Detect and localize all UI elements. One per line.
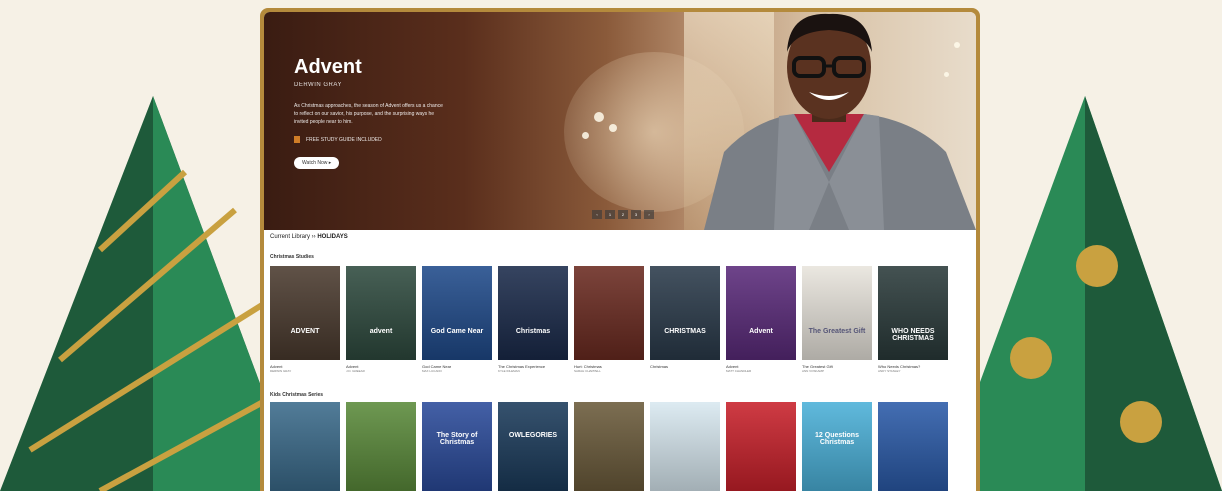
cover-image: advent	[346, 266, 416, 360]
christmas-studies-row: ADVENT Advent DERWIN GRAY advent Advent J.D. …	[270, 266, 948, 373]
app-screen: Advent DERWIN GRAY As Christmas approach…	[264, 12, 976, 491]
hero-author: DERWIN GRAY	[294, 82, 342, 88]
pager-page-3[interactable]: 3	[631, 210, 641, 219]
card-author: ANN VOSKAMP	[802, 369, 825, 373]
cover-image: God Came Near	[422, 266, 492, 360]
card-author: KYLE IDLEMAN	[498, 369, 520, 373]
ornament	[1120, 401, 1162, 443]
row-title-christmas-studies: Christmas Studies	[270, 254, 314, 260]
study-card[interactable]: WHO NEEDS CHRISTMAS Who Needs Christmas? A…	[878, 266, 948, 373]
kids-series-card[interactable]	[726, 402, 796, 491]
laptop-frame: Advent DERWIN GRAY As Christmas approach…	[260, 8, 980, 491]
study-card[interactable]: ADVENT Advent DERWIN GRAY	[270, 266, 340, 373]
kids-series-card[interactable]: 12 Questions Christmas	[802, 402, 872, 491]
watch-now-button[interactable]: Watch Now ▸	[294, 157, 340, 169]
cover-image: 12 Questions Christmas	[802, 402, 872, 491]
hero-text-block: Advent DERWIN GRAY As Christmas approach…	[294, 56, 464, 169]
pager-page-2[interactable]: 2	[618, 210, 628, 219]
cover-image: CHRISTMAS	[650, 266, 720, 360]
cover-title: The Story of Christmas	[436, 432, 478, 446]
study-guide-link[interactable]: FREE STUDY GUIDE INCLUDED	[294, 136, 464, 143]
cover-title: Christmas	[515, 328, 551, 335]
card-author: ANDY STANLEY	[878, 369, 901, 373]
study-guide-label: FREE STUDY GUIDE INCLUDED	[306, 136, 382, 143]
kids-christmas-row: The Story of Christmas OWLEGORIES 12 Quest…	[270, 402, 948, 491]
kids-series-card[interactable]: The Story of Christmas	[422, 402, 492, 491]
card-author: MAX LUCADO	[422, 369, 442, 373]
study-card[interactable]: advent Advent J.D. GREEAR	[346, 266, 416, 373]
cover-image	[650, 402, 720, 491]
cover-image	[346, 402, 416, 491]
card-author: SARAH CHAPPELL	[574, 369, 601, 373]
cover-image: OWLEGORIES	[498, 402, 568, 491]
ornament	[1010, 337, 1052, 379]
hero-title: Advent	[294, 56, 362, 78]
cover-title: The Greatest Gift	[808, 328, 866, 335]
pager-prev[interactable]: ‹	[592, 210, 602, 219]
cover-image: WHO NEEDS CHRISTMAS	[878, 266, 948, 360]
card-author: DERWIN GRAY	[270, 369, 292, 373]
hero-description: As Christmas approaches, the season of A…	[294, 103, 443, 125]
breadcrumb-current: HOLIDAYS	[317, 234, 348, 240]
cover-image	[574, 402, 644, 491]
card-author: MATT CHANDLER	[726, 369, 752, 373]
cover-image: Advent	[726, 266, 796, 360]
cover-title: ADVENT	[290, 328, 320, 335]
kids-series-card[interactable]: OWLEGORIES	[498, 402, 568, 491]
row-title-kids-christmas: Kids Christmas Series	[270, 392, 324, 398]
cover-image: Christmas	[498, 266, 568, 360]
cover-image: ADVENT	[270, 266, 340, 360]
cover-title: advent	[369, 328, 393, 335]
cover-title: WHO NEEDS CHRISTMAS	[891, 328, 935, 342]
study-card[interactable]: Hurt: Christmas SARAH CHAPPELL	[574, 266, 644, 373]
document-icon	[294, 136, 300, 143]
presenter-photo	[704, 13, 976, 230]
cover-title: 12 Questions Christmas	[815, 432, 859, 446]
pager-next[interactable]: ›	[644, 210, 654, 219]
study-card[interactable]: Advent Advent MATT CHANDLER	[726, 266, 796, 373]
hero-banner[interactable]: Advent DERWIN GRAY As Christmas approach…	[264, 12, 976, 230]
cover-image	[878, 402, 948, 491]
cover-title: CHRISTMAS	[664, 328, 706, 335]
cover-title: God Came Near	[430, 328, 484, 335]
kids-series-card[interactable]	[346, 402, 416, 491]
kids-series-card[interactable]	[574, 402, 644, 491]
hero-pager: ‹ 1 2 3 ›	[592, 210, 654, 219]
ornament	[1076, 245, 1118, 287]
study-card[interactable]: Christmas The Christmas Experience KYLE ID…	[498, 266, 568, 373]
card-author: J.D. GREEAR	[346, 369, 365, 373]
cover-image	[574, 266, 644, 360]
cover-title: OWLEGORIES	[508, 432, 558, 439]
card-author	[650, 369, 720, 373]
study-card[interactable]: The Greatest Gift The Greatest Gift ANN VO…	[802, 266, 872, 373]
cover-image: The Greatest Gift	[802, 266, 872, 360]
cover-image	[726, 402, 796, 491]
study-card[interactable]: God Came Near God Came Near MAX LUCADO	[422, 266, 492, 373]
kids-series-card[interactable]	[270, 402, 340, 491]
breadcrumb-prefix[interactable]: Current Library ››	[270, 234, 317, 240]
cover-title: Advent	[749, 328, 773, 335]
study-card[interactable]: CHRISTMAS Christmas	[650, 266, 720, 373]
cover-image: The Story of Christmas	[422, 402, 492, 491]
pager-page-1[interactable]: 1	[605, 210, 615, 219]
kids-series-card[interactable]	[650, 402, 720, 491]
cover-image	[270, 402, 340, 491]
kids-series-card[interactable]	[878, 402, 948, 491]
breadcrumb: Current Library ›› HOLIDAYS	[270, 234, 348, 240]
